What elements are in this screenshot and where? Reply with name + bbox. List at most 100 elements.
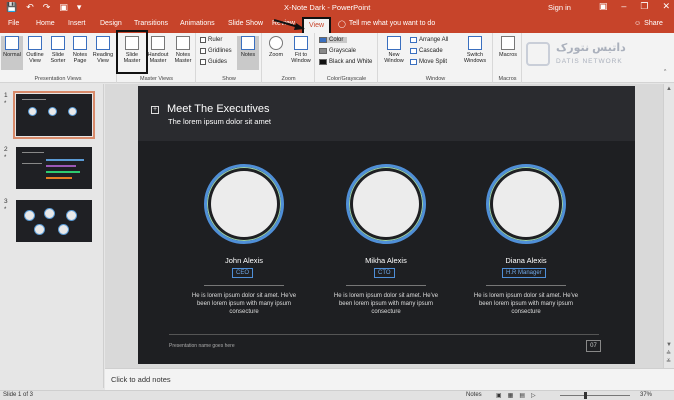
fit-to-window-button[interactable]: Fit to Window bbox=[289, 36, 313, 64]
switch-windows-icon bbox=[468, 36, 482, 50]
slide-thumbnail-1[interactable] bbox=[13, 91, 95, 139]
outline-view-icon bbox=[28, 36, 42, 50]
group-window: New Window Arrange All Cascade Move Spli… bbox=[379, 33, 493, 83]
divider bbox=[346, 285, 426, 286]
switch-windows-button[interactable]: Switch Windows bbox=[459, 36, 491, 64]
ribbon-display-icon[interactable]: ▣ bbox=[599, 1, 608, 12]
slide-page-number[interactable]: 07 bbox=[586, 340, 601, 352]
slide-sorter-button[interactable]: Slide Sorter bbox=[47, 36, 69, 64]
tab-transitions[interactable]: Transitions bbox=[134, 20, 168, 27]
black-white-option[interactable]: Black and White bbox=[319, 59, 372, 65]
notes-page-button[interactable]: Notes Page bbox=[70, 36, 90, 64]
close-button[interactable]: ✕ bbox=[662, 1, 670, 12]
executive-card-1: John Alexis CEO He is lorem ipsum dolor … bbox=[180, 164, 300, 324]
present-icon[interactable]: ▣ bbox=[59, 2, 68, 13]
customize-icon[interactable]: ▾ bbox=[77, 2, 82, 13]
macros-button[interactable]: Macros bbox=[496, 36, 520, 58]
tell-me-text: Tell me what you want to do bbox=[348, 20, 436, 27]
collapse-ribbon-icon[interactable]: ˆ bbox=[664, 70, 666, 77]
scroll-up-icon[interactable]: ▲ bbox=[666, 86, 672, 92]
notes-master-icon bbox=[176, 36, 190, 50]
thumb-bar bbox=[46, 165, 76, 167]
tab-home[interactable]: Home bbox=[36, 20, 55, 27]
executive-role-badge[interactable]: CTO bbox=[374, 268, 395, 278]
minimize-button[interactable]: – bbox=[621, 1, 626, 12]
plus-icon: + bbox=[151, 106, 159, 114]
slide-thumbnail-2[interactable] bbox=[16, 147, 92, 189]
group-zoom: Zoom Fit to Window Zoom bbox=[263, 33, 315, 83]
thumb-dot bbox=[34, 224, 45, 235]
notes-master-label: Notes Master bbox=[174, 52, 192, 64]
notes-pane[interactable]: Click to add notes bbox=[105, 368, 674, 390]
zoom-level[interactable]: 37% bbox=[640, 392, 652, 398]
zoom-button[interactable]: Zoom bbox=[265, 36, 287, 58]
slide-subtitle[interactable]: The lorem ipsum dolor sit amet bbox=[168, 117, 271, 126]
move-split-button[interactable]: Move Split bbox=[410, 59, 447, 65]
save-icon[interactable]: 💾 bbox=[6, 2, 17, 13]
slide-thumbnail-3[interactable] bbox=[16, 200, 92, 242]
vertical-scrollbar[interactable]: ▲ ▼ ≙ ≚ bbox=[663, 84, 674, 368]
reading-view-button[interactable]: Reading View bbox=[91, 36, 115, 64]
avatar[interactable] bbox=[493, 171, 559, 237]
handout-master-button[interactable]: Handout Master bbox=[146, 36, 170, 64]
color-option[interactable]: Color bbox=[319, 37, 348, 43]
slide-sorter-status-icon[interactable]: ▦ bbox=[508, 392, 514, 399]
thumb-text-line bbox=[22, 163, 42, 164]
avatar[interactable] bbox=[211, 171, 277, 237]
notes-master-button[interactable]: Notes Master bbox=[171, 36, 195, 64]
tab-design[interactable]: Design bbox=[100, 20, 122, 27]
zoom-slider[interactable] bbox=[560, 395, 630, 396]
gridlines-checkbox[interactable]: Gridlines bbox=[200, 48, 232, 54]
executive-description[interactable]: He is lorem ipsum dolor sit amet. He've … bbox=[190, 292, 298, 316]
tab-animations[interactable]: Animations bbox=[180, 20, 215, 27]
normal-view-status-icon[interactable]: ▣ bbox=[496, 392, 502, 399]
zoom-slider-thumb[interactable] bbox=[584, 392, 587, 399]
executive-description[interactable]: He is lorem ipsum dolor sit amet. He've … bbox=[332, 292, 440, 316]
slide-footer[interactable]: Presentation name goes here bbox=[169, 343, 235, 349]
undo-icon[interactable]: ↶ bbox=[26, 2, 34, 13]
executive-name[interactable]: John Alexis bbox=[180, 256, 308, 265]
arrange-all-button[interactable]: Arrange All bbox=[410, 37, 448, 43]
reading-view-status-icon[interactable]: ▤ bbox=[519, 392, 525, 399]
next-slide-icon[interactable]: ≚ bbox=[666, 358, 671, 365]
new-window-label: New Window bbox=[384, 52, 404, 64]
scroll-down-icon[interactable]: ▼ bbox=[666, 342, 672, 348]
tab-slide-show[interactable]: Slide Show bbox=[228, 20, 263, 27]
ribbon-tabs: File Home Insert Design Transitions Anim… bbox=[0, 15, 674, 33]
black-white-swatch bbox=[319, 59, 327, 65]
tab-insert[interactable]: Insert bbox=[68, 20, 86, 27]
notes-toggle-button[interactable]: Notes bbox=[237, 36, 259, 70]
guides-checkbox[interactable]: Guides bbox=[200, 59, 227, 65]
reading-view-icon bbox=[96, 36, 110, 50]
grayscale-option[interactable]: Grayscale bbox=[319, 48, 356, 54]
sign-in-link[interactable]: Sign in bbox=[548, 3, 571, 12]
fit-to-window-label: Fit to Window bbox=[291, 52, 311, 64]
window-title: X-Note Dark - PowerPoint bbox=[284, 3, 371, 12]
executive-role-badge[interactable]: H.R Manager bbox=[502, 268, 546, 278]
divider bbox=[486, 285, 566, 286]
current-slide[interactable]: + Meet The Executives The lorem ipsum do… bbox=[138, 86, 635, 364]
tab-file[interactable]: File bbox=[8, 20, 19, 27]
executive-role-badge[interactable]: CEO bbox=[232, 268, 254, 278]
new-window-button[interactable]: New Window bbox=[381, 36, 407, 64]
slide-title[interactable]: Meet The Executives bbox=[167, 103, 270, 115]
footer-divider bbox=[169, 334, 599, 335]
outline-view-button[interactable]: Outline View bbox=[24, 36, 46, 64]
normal-view-button[interactable]: Normal bbox=[1, 36, 23, 70]
redo-icon[interactable]: ↷ bbox=[43, 2, 51, 13]
thumb-text-line bbox=[22, 152, 44, 153]
avatar[interactable] bbox=[353, 171, 419, 237]
share-button[interactable]: ☺ Share bbox=[634, 20, 663, 27]
ruler-checkbox[interactable]: Ruler bbox=[200, 37, 222, 43]
lightbulb-icon: ◯ bbox=[338, 21, 346, 28]
slideshow-status-icon[interactable]: ▷ bbox=[531, 392, 536, 399]
prev-slide-icon[interactable]: ≙ bbox=[666, 350, 671, 357]
executive-description[interactable]: He is lorem ipsum dolor sit amet. He've … bbox=[472, 292, 580, 316]
restore-button[interactable]: ❐ bbox=[640, 1, 648, 12]
tell-me-search[interactable]: ◯ Tell me what you want to do bbox=[338, 20, 435, 28]
status-notes-button[interactable]: Notes bbox=[466, 392, 482, 398]
executive-name[interactable]: Mikha Alexis bbox=[322, 256, 450, 265]
cascade-button[interactable]: Cascade bbox=[410, 48, 443, 54]
outline-view-label: Outline View bbox=[26, 52, 44, 64]
executive-name[interactable]: Diana Alexis bbox=[462, 256, 590, 265]
